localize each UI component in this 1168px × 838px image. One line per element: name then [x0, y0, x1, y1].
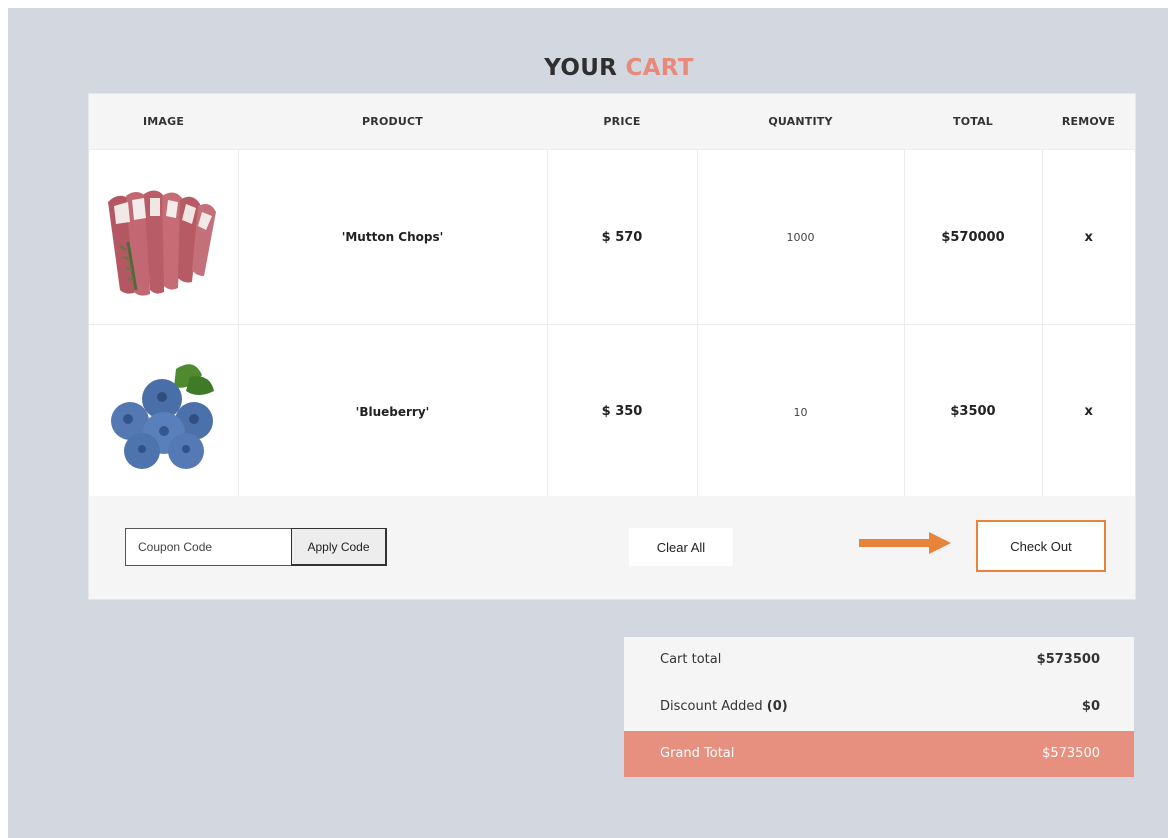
column-header-quantity: QUANTITY — [697, 94, 904, 150]
table-row: 'Mutton Chops' $ 570 1000 $570000 x — [89, 149, 1135, 325]
title-part-1: YOUR — [544, 55, 618, 81]
product-price: $ 350 — [601, 404, 643, 419]
title-part-2: CART — [625, 55, 694, 81]
remove-cell: x — [1041, 324, 1135, 499]
grand-total-value: $573500 — [1042, 746, 1100, 761]
cart-total-value: $573500 — [1036, 652, 1100, 667]
cart-total-label: Cart total — [660, 652, 722, 667]
summary-cart-total-row: Cart total $573500 — [624, 637, 1134, 683]
discount-label-group: Discount Added (0) — [660, 699, 788, 714]
apply-code-button[interactable]: Apply Code — [291, 528, 387, 566]
mutton-chops-image — [108, 190, 217, 296]
column-header-image: IMAGE — [89, 94, 238, 150]
total-cell: $3500 — [903, 324, 1043, 499]
price-cell: $ 350 — [546, 324, 698, 499]
product-total: $3500 — [950, 404, 996, 419]
page-title: YOUR CART — [8, 55, 1168, 81]
remove-item-button[interactable]: x — [1085, 404, 1093, 419]
product-quantity: 10 — [793, 405, 808, 419]
product-name-cell: 'Blueberry' — [237, 324, 548, 499]
product-image-cell — [89, 149, 239, 325]
cart-panel: IMAGE PRODUCT PRICE QUANTITY TOTAL REMOV… — [88, 93, 1136, 600]
product-image-cell — [89, 324, 239, 499]
blueberry-image — [111, 363, 215, 469]
price-cell: $ 570 — [546, 149, 698, 325]
quantity-cell: 10 — [696, 324, 905, 499]
table-row: 'Blueberry' $ 350 10 $3500 x — [89, 324, 1135, 499]
column-header-price: PRICE — [547, 94, 697, 150]
clear-all-button[interactable]: Clear All — [629, 528, 733, 566]
grand-total-label: Grand Total — [660, 746, 735, 761]
product-price: $ 570 — [601, 229, 643, 245]
arrow-right-icon — [859, 532, 951, 554]
summary-discount-row: Discount Added (0) $0 — [624, 684, 1134, 730]
product-quantity: 1000 — [786, 231, 815, 244]
discount-label: Discount Added — [660, 699, 763, 714]
discount-count: (0) — [766, 699, 788, 714]
product-name-cell: 'Mutton Chops' — [237, 149, 548, 325]
quantity-cell: 1000 — [696, 149, 905, 325]
column-header-product: PRODUCT — [238, 94, 547, 150]
check-out-button[interactable]: Check Out — [976, 520, 1106, 572]
product-total: $570000 — [941, 229, 1005, 245]
page-background: YOUR CART IMAGE PRODUCT PRICE QUANTITY T… — [8, 8, 1168, 838]
cart-table: IMAGE PRODUCT PRICE QUANTITY TOTAL REMOV… — [89, 94, 1135, 499]
discount-value: $0 — [1081, 699, 1100, 714]
table-header-row: IMAGE PRODUCT PRICE QUANTITY TOTAL REMOV… — [89, 94, 1135, 150]
cart-actions-bar: Apply Code Clear All Check Out — [89, 496, 1135, 599]
total-cell: $570000 — [903, 149, 1043, 325]
remove-item-button[interactable]: x — [1085, 230, 1093, 245]
cart-summary: Cart total $573500 Discount Added (0) $0… — [624, 637, 1134, 777]
coupon-code-input[interactable] — [125, 528, 291, 566]
column-header-remove: REMOVE — [1042, 94, 1135, 150]
remove-cell: x — [1041, 149, 1135, 325]
product-name: 'Mutton Chops' — [341, 230, 444, 244]
product-name: 'Blueberry' — [355, 404, 430, 419]
summary-grand-total-row: Grand Total $573500 — [624, 731, 1134, 777]
column-header-total: TOTAL — [904, 94, 1042, 150]
